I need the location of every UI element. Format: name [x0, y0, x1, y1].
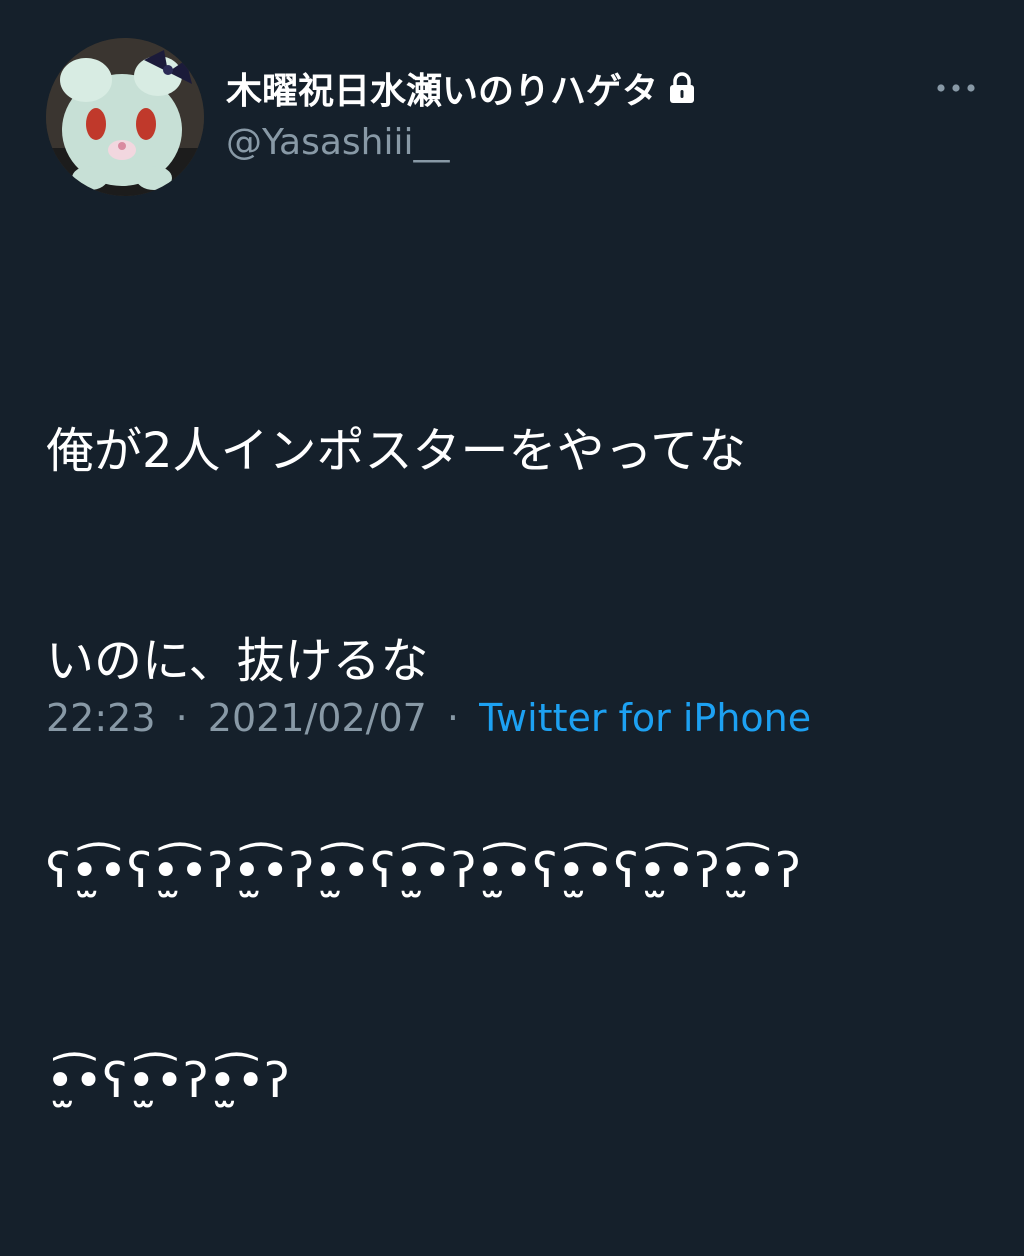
lock-icon — [670, 72, 695, 103]
tweet-text: 俺が2人インポスターをやってな いのに、抜けるな ʕ•̫͡•ʕ•̫͡•ʔ•̫͡•… — [46, 276, 986, 1256]
avatar-image — [46, 38, 204, 196]
handle[interactable]: @Yasashiii__ — [226, 122, 450, 163]
tweet-time[interactable]: 22:23 — [46, 696, 156, 740]
separator: · — [175, 696, 188, 740]
tweet-text-line: いのに、抜けるな — [46, 633, 429, 689]
tweet-source-link[interactable]: Twitter for iPhone — [479, 696, 811, 740]
tweet-text-line: 俺が2人インポスターをやってな — [46, 423, 747, 479]
tweet-date[interactable]: 2021/02/07 — [208, 696, 427, 740]
display-name-row: 木曜祝日水瀬いのりハゲタ — [226, 62, 696, 114]
separator: · — [446, 696, 460, 740]
tweet-text-line: •̫͡•ʕ•̫͡•ʔ•̫͡•ʔ — [46, 1053, 290, 1109]
more-icon[interactable] — [934, 80, 978, 96]
avatar[interactable] — [46, 38, 204, 196]
tweet-card: 木曜祝日水瀬いのりハゲタ @Yasashiii__ 俺が2人インポスターをやって… — [0, 0, 1024, 1109]
tweet-meta: 22:23 · 2021/02/07 · Twitter for iPhone — [46, 696, 811, 740]
tweet-text-line: ʕ•̫͡•ʕ•̫͡•ʔ•̫͡•ʔ•̫͡•ʕ•̫͡•ʔ•̫͡•ʕ•̫͡•ʕ•̫͡•… — [46, 843, 801, 899]
display-name[interactable]: 木曜祝日水瀬いのりハゲタ — [226, 62, 658, 114]
